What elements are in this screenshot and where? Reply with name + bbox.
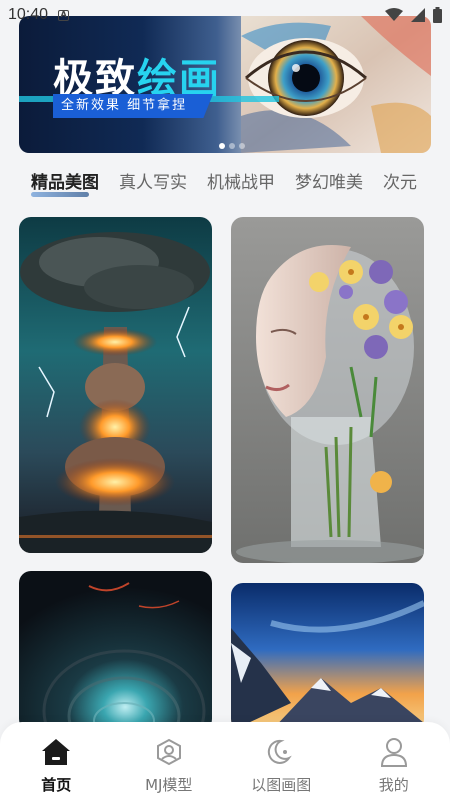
tab-label: 精品美图	[31, 173, 99, 193]
eye-artwork-image	[241, 16, 431, 153]
nav-label: 首页	[41, 776, 72, 794]
active-tab-indicator	[31, 192, 89, 197]
gallery-card-mountains[interactable]	[231, 583, 424, 731]
pagination-dot[interactable]	[239, 143, 245, 149]
tab-zhenren[interactable]: 真人写实	[109, 168, 197, 198]
nav-profile[interactable]: 我的	[338, 722, 450, 795]
nav-label: 以图画图	[251, 776, 312, 794]
gallery-card-tunnel[interactable]	[19, 571, 212, 731]
tab-label: 次元	[383, 173, 417, 193]
model-icon	[153, 736, 185, 768]
moon-icon	[265, 736, 297, 768]
gallery-card-glass-head[interactable]	[231, 217, 424, 563]
banner-subtitle: 全新效果 细节拿捏	[53, 94, 213, 118]
nav-label: 我的	[378, 776, 409, 794]
nav-image-to-image[interactable]: 以图画图	[225, 722, 337, 795]
status-time: 10:40	[8, 6, 49, 23]
explosion-artwork-image	[19, 217, 212, 553]
nav-home[interactable]: 首页	[0, 722, 112, 795]
bottom-navigation: 首页 MJ模型 以图画图 我的	[0, 722, 450, 800]
signal-icon	[411, 8, 425, 22]
promo-banner[interactable]: 极致绘画 全新效果 细节拿捏	[19, 16, 431, 153]
tab-jixie[interactable]: 机械战甲	[197, 168, 285, 198]
mountain-artwork-image	[231, 583, 424, 731]
tab-label: 机械战甲	[207, 173, 275, 193]
gallery-card-explosion[interactable]	[19, 217, 212, 553]
pagination-dot[interactable]	[229, 143, 235, 149]
wifi-icon	[385, 8, 403, 21]
notification-icon: A	[58, 9, 70, 21]
pagination-dot[interactable]	[219, 143, 225, 149]
tab-label: 真人写实	[119, 173, 187, 193]
tab-menghuan[interactable]: 梦幻唯美	[285, 168, 373, 198]
glass-head-artwork-image	[231, 217, 424, 563]
user-icon	[378, 736, 410, 768]
home-icon	[40, 736, 72, 768]
tunnel-artwork-image	[19, 571, 212, 731]
nav-mj-model[interactable]: MJ模型	[113, 722, 225, 795]
banner-pagination	[219, 143, 245, 149]
tab-ciyuan[interactable]: 次元	[373, 168, 427, 198]
nav-label: MJ模型	[145, 776, 193, 794]
status-icons	[385, 7, 442, 23]
battery-icon	[433, 7, 442, 23]
status-bar: 10:40 A	[0, 0, 450, 30]
tab-label: 梦幻唯美	[295, 173, 363, 193]
